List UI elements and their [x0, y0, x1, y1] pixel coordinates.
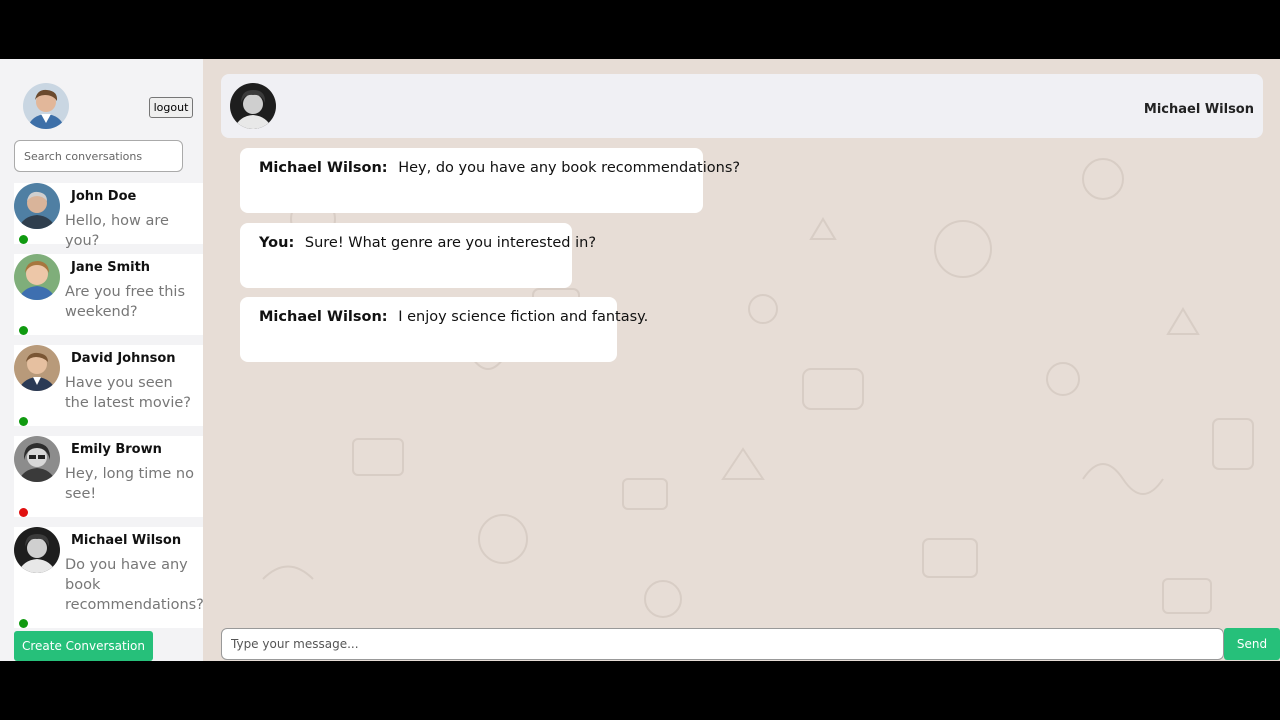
- conversation-item-john-doe[interactable]: John Doe Hello, how are you?: [14, 183, 203, 249]
- app-window: logout John Doe Hello, how are you?: [0, 59, 1280, 661]
- contact-name: Michael Wilson: [1143, 102, 1254, 117]
- online-status-dot: [19, 619, 28, 628]
- conversation-list: John Doe Hello, how are you? Jane Smith …: [14, 183, 204, 638]
- contact-avatar[interactable]: [230, 83, 276, 129]
- message-text: Hey, do you have any book recommendation…: [398, 160, 741, 176]
- message-sender: Michael Wilson:: [259, 160, 388, 176]
- chat-header: Michael Wilson: [221, 74, 1263, 138]
- conversation-last-message: Are you free this weekend?: [65, 284, 186, 320]
- avatar: [14, 254, 60, 300]
- message-bubble: You: Sure! What genre are you interested…: [240, 223, 596, 288]
- conversation-item-david-johnson[interactable]: David Johnson Have you seen the latest m…: [14, 345, 203, 426]
- conversation-last-message: Have you seen the latest movie?: [65, 375, 191, 411]
- message-input[interactable]: [221, 628, 1224, 660]
- conversation-name: John Doe: [71, 189, 137, 204]
- create-conversation-button[interactable]: Create Conversation: [14, 631, 153, 661]
- message-sender: You:: [259, 235, 295, 251]
- online-status-dot: [19, 235, 28, 244]
- conversation-name: Emily Brown: [71, 442, 162, 457]
- avatar: [14, 183, 60, 229]
- conversation-name: David Johnson: [71, 351, 176, 366]
- conversation-item-jane-smith[interactable]: Jane Smith Are you free this weekend?: [14, 254, 203, 335]
- send-button[interactable]: Send: [1224, 628, 1280, 660]
- conversation-last-message: Hello, how are you?: [65, 213, 169, 249]
- online-status-dot: [19, 326, 28, 335]
- search-input[interactable]: [14, 140, 183, 172]
- sidebar: logout John Doe Hello, how are you?: [0, 59, 204, 661]
- message-text: I enjoy science fiction and fantasy.: [398, 309, 649, 325]
- conversation-name: Michael Wilson: [71, 533, 182, 548]
- offline-status-dot: [19, 508, 28, 517]
- message-bubble: Michael Wilson: Hey, do you have any boo…: [240, 148, 740, 213]
- online-status-dot: [19, 417, 28, 426]
- conversation-item-emily-brown[interactable]: Emily Brown Hey, long time no see!: [14, 436, 203, 517]
- message-bubble: Michael Wilson: I enjoy science fiction …: [240, 297, 648, 362]
- chat-panel: Michael Wilson Michael Wilson: Hey, do y…: [203, 59, 1280, 661]
- message-text: Sure! What genre are you interested in?: [304, 235, 597, 251]
- avatar: [14, 436, 60, 482]
- logout-button[interactable]: logout: [149, 97, 193, 118]
- conversation-last-message: Do you have any book recommendations?: [65, 557, 204, 613]
- conversation-name: Jane Smith: [71, 260, 151, 275]
- conversation-last-message: Hey, long time no see!: [65, 466, 194, 502]
- avatar: [14, 345, 60, 391]
- message-sender: Michael Wilson:: [259, 309, 388, 325]
- conversation-item-michael-wilson[interactable]: Michael Wilson Do you have any book reco…: [14, 527, 204, 628]
- avatar: [14, 527, 60, 573]
- user-avatar[interactable]: [23, 83, 69, 129]
